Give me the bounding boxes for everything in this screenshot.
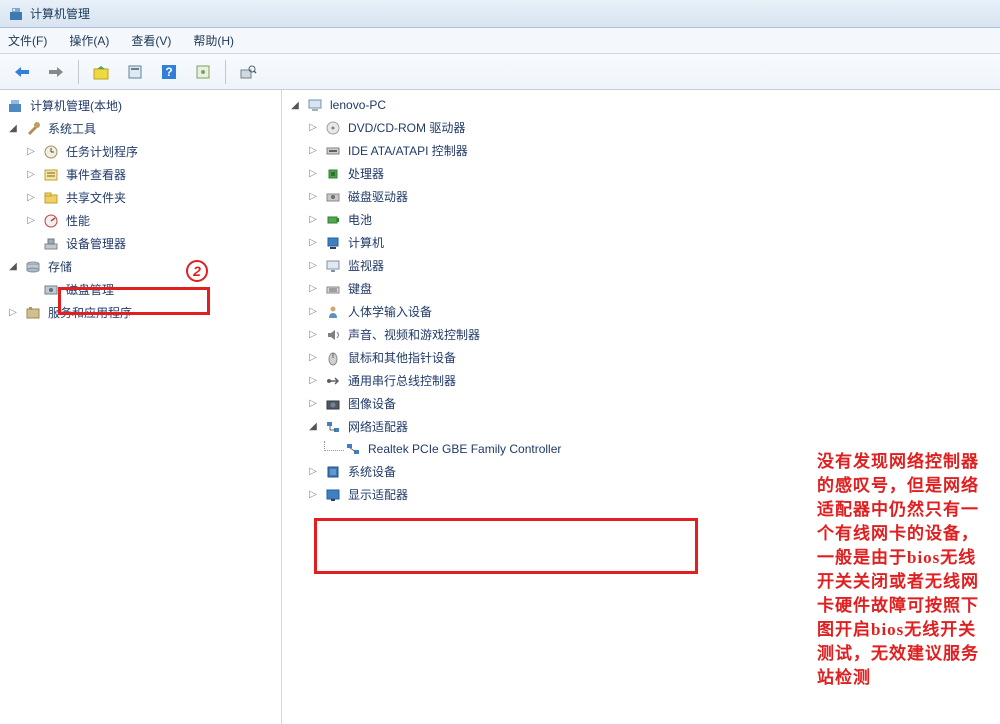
expand-icon[interactable] xyxy=(24,146,38,157)
toolbar-separator xyxy=(225,60,226,84)
expand-icon[interactable] xyxy=(306,145,320,156)
tree-item-task-scheduler[interactable]: 任务计划程序 xyxy=(0,140,281,163)
up-button[interactable] xyxy=(87,58,115,86)
expand-icon[interactable] xyxy=(6,123,20,134)
expand-icon[interactable] xyxy=(306,283,320,294)
expand-icon[interactable] xyxy=(306,260,320,271)
system-icon xyxy=(324,464,342,480)
expand-icon[interactable] xyxy=(6,261,20,272)
expand-icon[interactable] xyxy=(306,306,320,317)
battery-icon xyxy=(324,212,342,228)
expand-icon[interactable] xyxy=(306,375,320,386)
expand-icon[interactable] xyxy=(306,421,320,432)
device-ide[interactable]: IDE ATA/ATAPI 控制器 xyxy=(282,139,1000,162)
svg-text:?: ? xyxy=(165,65,172,79)
device-monitor[interactable]: 监视器 xyxy=(282,254,1000,277)
expand-icon[interactable] xyxy=(306,237,320,248)
expand-icon[interactable] xyxy=(24,192,38,203)
device-root[interactable]: lenovo-PC xyxy=(282,94,1000,116)
help-button[interactable]: ? xyxy=(155,58,183,86)
expand-icon[interactable] xyxy=(306,329,320,340)
tree-item-performance[interactable]: 性能 xyxy=(0,209,281,232)
highlight-box-network xyxy=(314,518,698,574)
tree-connector xyxy=(324,441,344,451)
expand-icon[interactable] xyxy=(306,191,320,202)
menu-help[interactable]: 帮助(H) xyxy=(193,32,234,49)
properties-button[interactable] xyxy=(121,58,149,86)
sound-icon xyxy=(324,327,342,343)
ide-icon xyxy=(324,143,342,159)
expand-icon[interactable] xyxy=(306,466,320,477)
menu-view[interactable]: 查看(V) xyxy=(131,32,171,49)
device-dvd[interactable]: DVD/CD-ROM 驱动器 xyxy=(282,116,1000,139)
toolbar: ? xyxy=(0,54,1000,90)
expand-icon[interactable] xyxy=(288,100,302,111)
wrench-icon xyxy=(24,121,42,137)
device-disk-drives[interactable]: 磁盘驱动器 xyxy=(282,185,1000,208)
scan-button[interactable] xyxy=(234,58,262,86)
expand-icon[interactable] xyxy=(6,307,20,318)
tree-item-system-tools[interactable]: 系统工具 xyxy=(0,117,281,140)
device-network[interactable]: 网络适配器 xyxy=(282,415,1000,438)
annotation-text: 没有发现网络控制器的感叹号，但是网络适配器中仍然只有一个有线网卡的设备，一般是由… xyxy=(817,450,992,690)
menu-action[interactable]: 操作(A) xyxy=(69,32,109,49)
back-button[interactable] xyxy=(8,58,36,86)
perf-icon xyxy=(42,213,60,229)
device-hid[interactable]: 人体学输入设备 xyxy=(282,300,1000,323)
keyboard-icon xyxy=(324,281,342,297)
computer-mgmt-icon xyxy=(6,98,24,114)
pc-icon xyxy=(306,97,324,113)
expand-icon[interactable] xyxy=(24,169,38,180)
device-imaging[interactable]: 图像设备 xyxy=(282,392,1000,415)
clock-icon xyxy=(42,144,60,160)
tree-item-event-viewer[interactable]: 事件查看器 xyxy=(0,163,281,186)
device-mgr-icon xyxy=(42,236,60,252)
storage-icon xyxy=(24,259,42,275)
tree-item-device-manager[interactable]: 设备管理器 xyxy=(0,232,281,255)
monitor-icon xyxy=(324,258,342,274)
expand-icon[interactable] xyxy=(306,489,320,500)
device-keyboard[interactable]: 键盘 xyxy=(282,277,1000,300)
expand-icon[interactable] xyxy=(306,398,320,409)
device-usb[interactable]: 通用串行总线控制器 xyxy=(282,369,1000,392)
expand-icon[interactable] xyxy=(306,122,320,133)
highlight-box-device-mgr xyxy=(58,287,210,315)
toolbar-separator xyxy=(78,60,79,84)
event-icon xyxy=(42,167,60,183)
computer-icon xyxy=(324,235,342,251)
titlebar: 计算机管理 xyxy=(0,0,1000,28)
imaging-icon xyxy=(324,396,342,412)
window-title: 计算机管理 xyxy=(30,5,90,22)
expand-icon[interactable] xyxy=(306,168,320,179)
hdd-icon xyxy=(324,189,342,205)
device-mouse[interactable]: 鼠标和其他指针设备 xyxy=(282,346,1000,369)
display-icon xyxy=(324,487,342,503)
app-icon xyxy=(8,6,24,22)
device-battery[interactable]: 电池 xyxy=(282,208,1000,231)
network-icon xyxy=(324,419,342,435)
expand-icon[interactable] xyxy=(306,214,320,225)
cpu-icon xyxy=(324,166,342,182)
menubar: 文件(F) 操作(A) 查看(V) 帮助(H) xyxy=(0,28,1000,54)
tree-item-storage[interactable]: 存储 xyxy=(0,255,281,278)
device-computer[interactable]: 计算机 xyxy=(282,231,1000,254)
tree-root[interactable]: 计算机管理(本地) xyxy=(0,94,281,117)
nic-icon xyxy=(344,441,362,457)
refresh-button[interactable] xyxy=(189,58,217,86)
expand-icon[interactable] xyxy=(24,215,38,226)
usb-icon xyxy=(324,373,342,389)
expand-icon[interactable] xyxy=(306,352,320,363)
device-sound[interactable]: 声音、视频和游戏控制器 xyxy=(282,323,1000,346)
mouse-icon xyxy=(324,350,342,366)
services-icon xyxy=(24,305,42,321)
folder-icon xyxy=(42,190,60,206)
hid-icon xyxy=(324,304,342,320)
dvd-icon xyxy=(324,120,342,136)
annotation-circle-2: 2 xyxy=(186,260,208,282)
left-tree-panel: 计算机管理(本地) 系统工具 任务计划程序 事件查看器 共享文件夹 xyxy=(0,90,282,724)
forward-button[interactable] xyxy=(42,58,70,86)
menu-file[interactable]: 文件(F) xyxy=(8,32,47,49)
tree-item-shared-folders[interactable]: 共享文件夹 xyxy=(0,186,281,209)
device-cpu[interactable]: 处理器 xyxy=(282,162,1000,185)
